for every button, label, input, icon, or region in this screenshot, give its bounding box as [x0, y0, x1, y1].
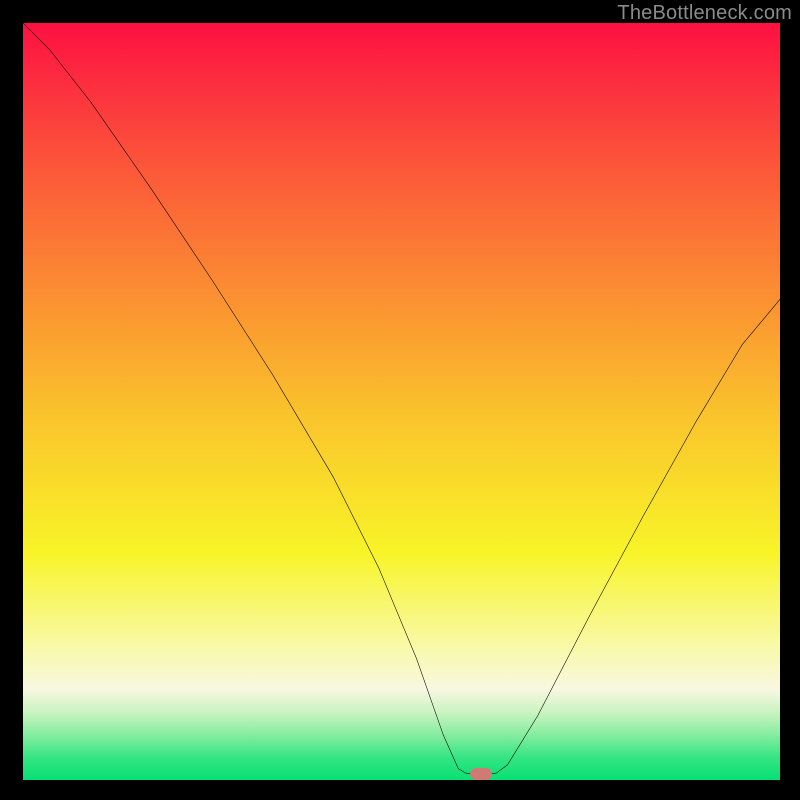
- chart-stage: TheBottleneck.com: [0, 0, 800, 800]
- bottleneck-curve: [23, 23, 780, 780]
- optimum-marker: [470, 768, 492, 780]
- plot-area: [23, 23, 780, 780]
- watermark-text: TheBottleneck.com: [617, 2, 792, 25]
